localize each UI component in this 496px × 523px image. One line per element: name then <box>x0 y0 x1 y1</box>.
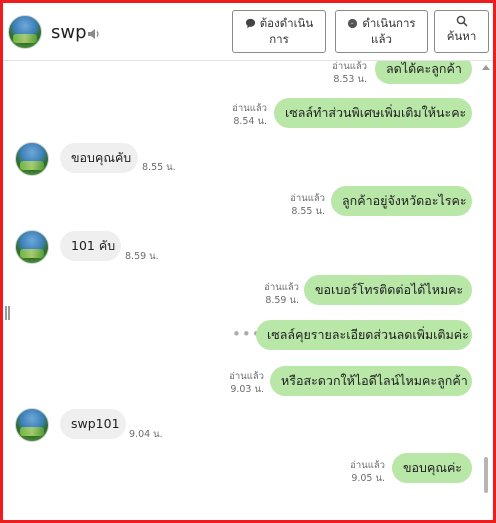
scroll-up-arrow-icon[interactable] <box>482 65 490 70</box>
message-incoming[interactable]: ขอบคุณคับ <box>60 143 138 173</box>
speaker-icon[interactable] <box>87 27 101 41</box>
messenger-icon <box>348 18 358 29</box>
pending-button[interactable]: ต้องดำเนิน การ <box>232 10 326 53</box>
message-outgoing[interactable]: ขอเบอร์โทรติดต่อได้ไหมคะ <box>304 275 472 305</box>
message-incoming[interactable]: swp101 <box>60 409 126 439</box>
done-button-label: ดำเนินการ แล้ว <box>362 16 416 46</box>
search-button-label: ค้นหา <box>446 29 477 43</box>
message-outgoing[interactable]: ลูกค้าอยู่จังหวัดอะไรคะ <box>331 186 472 216</box>
read-receipt: อ่านแล้ว 9.03 น. <box>229 371 264 395</box>
message-time: 8.55 น. <box>142 162 176 173</box>
message-outgoing[interactable]: ลดได้คะลูกค้า <box>375 61 472 84</box>
sender-avatar[interactable] <box>15 142 49 176</box>
contact-name: swp <box>51 22 87 43</box>
read-receipt: อ่านแล้ว 8.59 น. <box>264 282 299 306</box>
message-outgoing[interactable]: เซลล์คุยรายละเอียดส่วนลดเพิ่มเติมค่ะ <box>256 320 472 350</box>
chat-header: swp ต้องดำเนิน การ ดำเนินการ แล้ว ค้นหา <box>3 3 493 61</box>
sender-avatar[interactable] <box>15 230 49 264</box>
message-time: 8.59 น. <box>125 251 159 262</box>
scrollbar-thumb[interactable] <box>484 457 488 493</box>
sender-avatar[interactable] <box>15 408 49 442</box>
message-outgoing[interactable]: หรือสะดวกให้ไอดีไลน์ไหมคะลูกค้า <box>270 366 472 396</box>
contact-avatar[interactable] <box>8 15 42 49</box>
chat-bubble-icon <box>245 18 255 29</box>
read-receipt: อ่านแล้ว 8.54 น. <box>232 103 267 127</box>
done-button[interactable]: ดำเนินการ แล้ว <box>335 10 428 53</box>
message-incoming[interactable]: 101 คับ <box>60 231 121 261</box>
resize-handle[interactable] <box>5 306 11 320</box>
search-button[interactable]: ค้นหา <box>434 10 489 53</box>
message-outgoing[interactable]: ขอบคุณค่ะ <box>392 453 472 483</box>
message-outgoing[interactable]: เซลล์ทำส่วนพิเศษเพิ่มเติมให้นะคะ <box>274 98 472 128</box>
read-receipt: อ่านแล้ว 8.53 น. <box>332 61 367 85</box>
pending-button-label: ต้องดำเนิน การ <box>259 16 314 46</box>
message-time: 9.04 น. <box>129 429 163 440</box>
read-receipt: อ่านแล้ว 9.05 น. <box>350 460 385 484</box>
search-icon <box>456 15 468 27</box>
scrollbar[interactable] <box>481 61 491 520</box>
read-receipt: อ่านแล้ว 8.55 น. <box>290 193 325 217</box>
message-list[interactable]: อ่านแล้ว 8.53 น. ลดได้คะลูกค้า อ่านแล้ว 8.… <box>3 61 479 520</box>
